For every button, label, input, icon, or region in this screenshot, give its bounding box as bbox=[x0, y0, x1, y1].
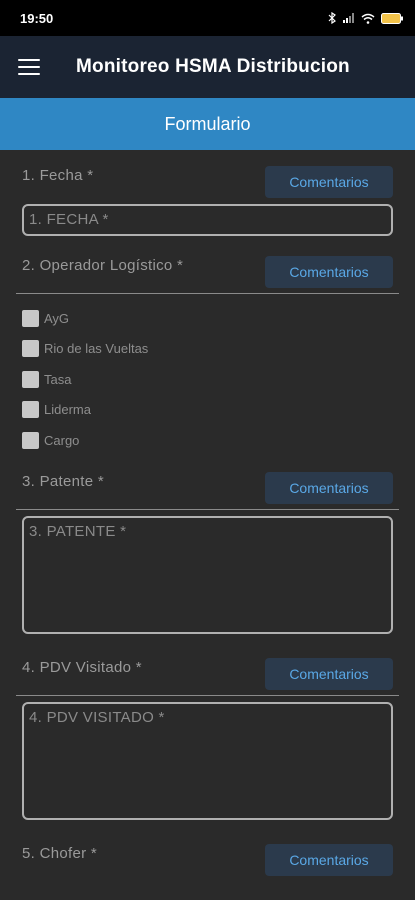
form-header: Formulario bbox=[0, 98, 415, 150]
form-title: Formulario bbox=[164, 113, 251, 134]
question-label-pdv: 4. PDV Visitado * bbox=[22, 658, 142, 676]
status-bar: 19:50 bbox=[0, 0, 415, 36]
checkbox-label: Liderma bbox=[44, 402, 91, 418]
patente-input[interactable]: 3. PATENTE * bbox=[22, 515, 393, 634]
battery-icon bbox=[381, 12, 403, 24]
checkbox[interactable] bbox=[22, 309, 39, 327]
fecha-input[interactable]: 1. FECHA * bbox=[22, 204, 393, 236]
question-label-fecha: 1. Fecha * bbox=[22, 167, 94, 184]
signal-icon bbox=[343, 13, 354, 23]
status-icons bbox=[328, 12, 403, 24]
checkbox-item-liderma[interactable]: Liderma bbox=[22, 395, 393, 426]
question-label-operador: 2. Operador Logístico * bbox=[22, 257, 184, 274]
checkbox[interactable] bbox=[22, 431, 39, 449]
pdv-input[interactable]: 4. PDV VISITADO * bbox=[22, 701, 393, 820]
question-chofer: 5. Chofer * Comentarios bbox=[16, 828, 399, 876]
comentarios-button-operador[interactable]: Comentarios bbox=[265, 256, 393, 288]
question-fecha: 1. Fecha * Comentarios bbox=[16, 150, 399, 198]
question-patente: 3. Patente * Comentarios bbox=[16, 456, 399, 504]
checkbox-label: Tasa bbox=[44, 371, 72, 387]
comentarios-button-patente[interactable]: Comentarios bbox=[265, 471, 393, 504]
checkbox-label: Rio de las Vueltas bbox=[44, 341, 149, 357]
checkbox-item-ayg[interactable]: AyG bbox=[22, 303, 393, 334]
question-label-chofer: 5. Chofer * bbox=[22, 844, 98, 862]
status-time: 19:50 bbox=[20, 10, 54, 26]
app-bar: Monitoreo HSMA Distribucion bbox=[0, 36, 415, 98]
checkbox-item-cargo[interactable]: Cargo bbox=[22, 425, 393, 456]
checkbox[interactable] bbox=[22, 340, 39, 358]
menu-icon[interactable] bbox=[18, 59, 40, 75]
wifi-icon bbox=[361, 13, 375, 24]
operador-checkbox-list: AyG Rio de las Vueltas Tasa Liderma Carg… bbox=[16, 294, 399, 456]
checkbox[interactable] bbox=[22, 370, 39, 388]
app-title: Monitoreo HSMA Distribucion bbox=[76, 56, 350, 77]
checkbox-item-rio-de-las-vueltas[interactable]: Rio de las Vueltas bbox=[22, 334, 393, 365]
question-label-patente: 3. Patente * bbox=[22, 472, 104, 490]
form: 1. Fecha * Comentarios 1. FECHA * 2. Ope… bbox=[0, 150, 415, 876]
checkbox-label: AyG bbox=[44, 310, 70, 326]
checkbox-label: Cargo bbox=[44, 432, 80, 448]
comentarios-button-pdv[interactable]: Comentarios bbox=[265, 657, 393, 690]
bluetooth-icon bbox=[328, 12, 336, 24]
comentarios-button-fecha[interactable]: Comentarios bbox=[265, 166, 393, 198]
comentarios-button-chofer[interactable]: Comentarios bbox=[265, 843, 393, 876]
question-pdv: 4. PDV Visitado * Comentarios bbox=[16, 642, 399, 690]
question-operador: 2. Operador Logístico * Comentarios bbox=[16, 240, 399, 288]
divider bbox=[16, 508, 399, 510]
checkbox-item-tasa[interactable]: Tasa bbox=[22, 364, 393, 395]
checkbox[interactable] bbox=[22, 401, 39, 419]
divider bbox=[16, 694, 399, 696]
